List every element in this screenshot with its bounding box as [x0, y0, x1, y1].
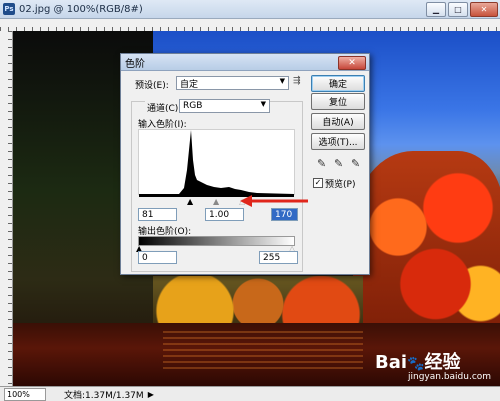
status-menu-arrow-icon[interactable]: ▶ [148, 390, 154, 399]
channel-value: RGB [183, 101, 203, 111]
preview-label: 预览(P) [325, 180, 356, 190]
histogram [138, 129, 295, 195]
ps-badge-text: Ps [4, 5, 14, 13]
options-button[interactable]: 选项(T)... [311, 133, 365, 150]
close-window-button[interactable]: ✕ [470, 2, 498, 17]
reset-button[interactable]: 复位 [311, 93, 365, 110]
watermark-brand-2: 经验 [424, 352, 461, 373]
dialog-titlebar[interactable]: 色阶 [121, 54, 369, 71]
preset-label: 预设(E): [135, 81, 169, 91]
output-white-field[interactable]: 255 [259, 251, 298, 264]
watermark-site: jingyan.baidu.com [408, 372, 492, 382]
input-black-field[interactable]: 81 [138, 208, 177, 221]
gamma-slider[interactable]: ▲ [213, 197, 219, 206]
minimize-button[interactable]: ▁ [426, 2, 446, 17]
dialog-title: 色阶 [125, 58, 145, 70]
window-controls: ▁ □ ✕ [426, 2, 498, 17]
preview-checkbox[interactable]: ✓ [313, 178, 323, 188]
preset-value: 自定 [180, 79, 199, 90]
autumn-trees-right [353, 151, 500, 341]
preset-options-icon[interactable]: ⇶ [293, 76, 301, 86]
dialog-close-button[interactable]: ✕ [338, 56, 366, 70]
chevron-down-icon: ▼ [260, 100, 266, 108]
vertical-ruler[interactable] [0, 31, 13, 386]
ok-button[interactable]: 确定 [311, 75, 365, 92]
chevron-down-icon: ▼ [279, 77, 285, 85]
output-gradient-bar [138, 236, 295, 246]
channel-select[interactable]: RGB ▼ [179, 99, 270, 113]
gray-eyedropper-icon[interactable]: ✎ [334, 157, 343, 170]
zoom-field[interactable]: 100% [4, 387, 46, 401]
document-titlebar: Ps 02.jpg @ 100%(RGB/8#) ▁ □ ✕ [0, 0, 500, 19]
photoshop-icon: Ps [3, 3, 15, 15]
auto-button[interactable]: 自动(A) [311, 113, 365, 130]
black-point-slider[interactable]: ▲ [187, 197, 193, 206]
document-size-info: 文档:1.37M/1.37M [64, 390, 144, 401]
paw-icon: 🐾 [407, 356, 425, 372]
document-title: 02.jpg @ 100%(RGB/8#) [19, 3, 143, 15]
histogram-graph [139, 130, 294, 194]
output-black-field[interactable]: 0 [138, 251, 177, 264]
watermark-brand: Bai [375, 352, 408, 373]
channel-label: 通道(C): [145, 101, 184, 114]
preset-select[interactable]: 自定 ▼ [176, 76, 289, 90]
maximize-button[interactable]: □ [448, 2, 468, 17]
red-annotation-arrow-icon [240, 195, 308, 207]
water-reflection [163, 331, 363, 371]
black-eyedropper-icon[interactable]: ✎ [317, 157, 326, 170]
status-bar: 100% 文档:1.37M/1.37M ▶ [0, 386, 500, 401]
input-white-field[interactable]: 170 [271, 208, 298, 221]
watermark-logo: Bai🐾经验 [375, 348, 460, 374]
levels-dialog: 色阶 ✕ 预设(E): 自定 ▼ ⇶ 通道(C): RGB ▼ 输入色阶(I):… [120, 53, 370, 275]
white-eyedropper-icon[interactable]: ✎ [351, 157, 360, 170]
input-gamma-field[interactable]: 1.00 [205, 208, 244, 221]
